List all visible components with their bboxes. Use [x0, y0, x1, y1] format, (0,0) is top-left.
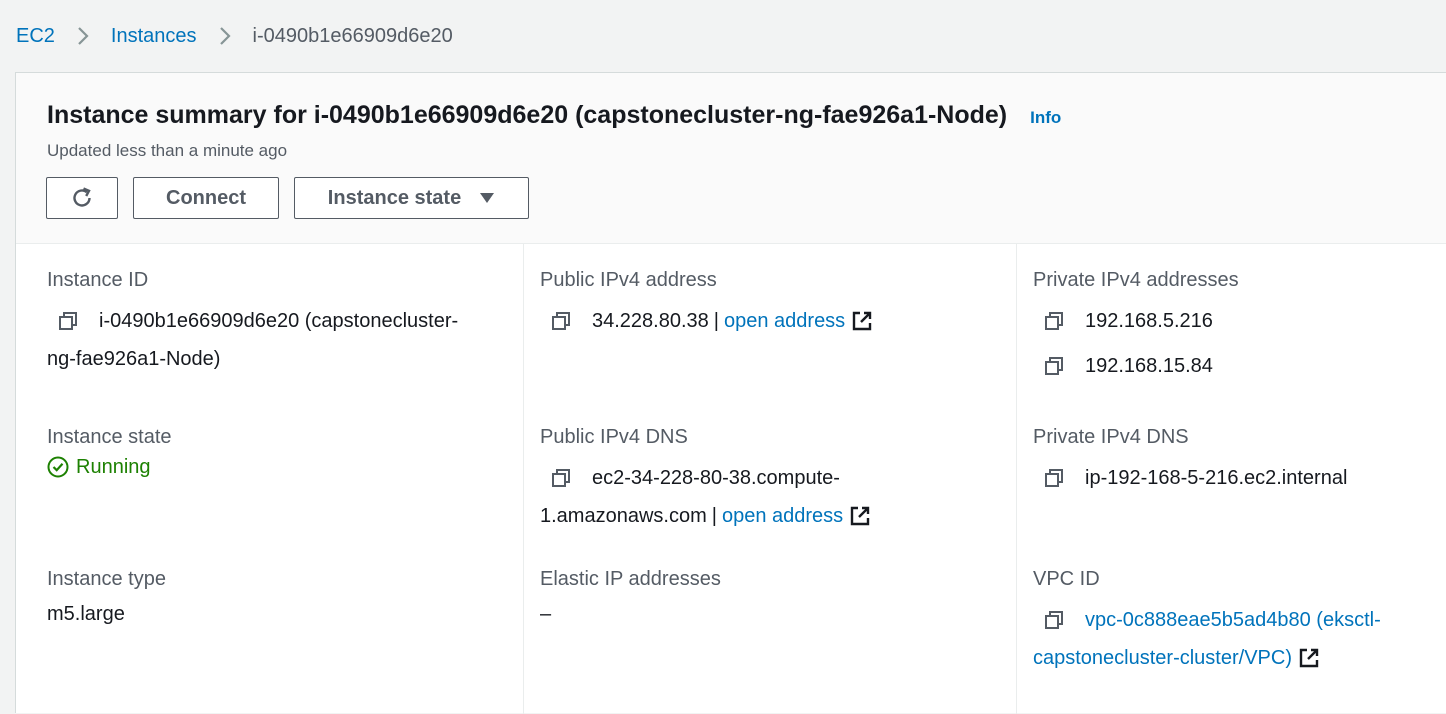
instance-state-label: Instance state	[47, 426, 172, 448]
column-divider	[1016, 244, 1017, 714]
public-ipv4-label: Public IPv4 address	[540, 269, 717, 291]
instance-state-dropdown[interactable]: Instance state	[294, 177, 529, 219]
public-dns-value: ec2-34-228-80-38.compute-	[592, 466, 840, 489]
copy-icon[interactable]	[1043, 355, 1065, 377]
instance-id-value: i-0490b1e66909d6e20 (capstonecluster-	[99, 309, 459, 332]
refresh-icon	[69, 185, 95, 211]
external-link-icon[interactable]	[849, 505, 871, 527]
info-link[interactable]: Info	[1030, 108, 1061, 128]
connect-button-label: Connect	[166, 186, 246, 209]
panel-header: Instance summary for i-0490b1e66909d6e20…	[16, 73, 1446, 244]
instance-type-value: m5.large	[47, 603, 125, 625]
instance-id-value-cont: ng-fae926a1-Node)	[47, 347, 221, 370]
public-dns-value-cont: 1.amazonaws.com	[540, 504, 707, 527]
vpc-id-label: VPC ID	[1033, 568, 1100, 590]
instance-type-label: Instance type	[47, 568, 166, 590]
private-ipv4-value: 192.168.5.216	[1085, 309, 1213, 332]
private-ipv4-label: Private IPv4 addresses	[1033, 269, 1239, 291]
external-link-icon[interactable]	[1298, 647, 1320, 669]
breadcrumb-current: i-0490b1e66909d6e20	[252, 24, 453, 47]
elastic-ip-value: –	[540, 603, 552, 625]
chevron-right-icon	[55, 25, 111, 47]
page-title: Instance summary for i-0490b1e66909d6e20…	[47, 101, 1008, 129]
separator: |	[711, 504, 717, 527]
instance-summary-panel: Instance summary for i-0490b1e66909d6e20…	[15, 72, 1446, 714]
open-address-link[interactable]: open address	[724, 310, 845, 333]
instance-state-button-label: Instance state	[327, 186, 462, 209]
chevron-right-icon	[197, 25, 253, 47]
elastic-ip-field: Elastic IP addresses –	[540, 568, 721, 626]
connect-button[interactable]: Connect	[133, 177, 279, 219]
status-badge: Running	[47, 449, 172, 485]
breadcrumb-instances[interactable]: Instances	[111, 25, 197, 48]
copy-icon[interactable]	[57, 310, 79, 332]
private-dns-field: Private IPv4 DNS ip-192-168-5-216.ec2.in…	[1033, 426, 1347, 497]
breadcrumb-ec2[interactable]: EC2	[16, 25, 55, 48]
open-address-link[interactable]: open address	[722, 505, 843, 528]
instance-type-field: Instance type m5.large	[47, 568, 166, 626]
title-row: Instance summary for i-0490b1e66909d6e20…	[47, 101, 1061, 130]
external-link-icon[interactable]	[851, 310, 873, 332]
copy-icon[interactable]	[1043, 467, 1065, 489]
copy-icon[interactable]	[1043, 609, 1065, 631]
public-dns-field: Public IPv4 DNS ec2-34-228-80-38.compute…	[540, 426, 871, 535]
copy-icon[interactable]	[550, 310, 572, 332]
public-ipv4-field: Public IPv4 address 34.228.80.38 | open …	[540, 269, 873, 340]
vpc-id-link[interactable]: vpc-0c888eae5b5ad4b80 (eksctl-	[1085, 609, 1381, 632]
status-success-icon	[47, 456, 76, 478]
vpc-id-link-cont[interactable]: capstonecluster-cluster/VPC)	[1033, 647, 1292, 670]
private-dns-label: Private IPv4 DNS	[1033, 426, 1189, 448]
public-ipv4-value: 34.228.80.38	[592, 309, 709, 332]
public-dns-label: Public IPv4 DNS	[540, 426, 688, 448]
updated-text: Updated less than a minute ago	[47, 141, 288, 160]
private-ipv4-field: Private IPv4 addresses 192.168.5.216 192…	[1033, 269, 1239, 385]
private-ipv4-value: 192.168.15.84	[1085, 354, 1213, 377]
copy-icon[interactable]	[550, 467, 572, 489]
breadcrumb: EC2 Instances i-0490b1e66909d6e20	[16, 22, 453, 50]
instance-state-value: Running	[76, 455, 151, 478]
vpc-id-field: VPC ID vpc-0c888eae5b5ad4b80 (eksctl- ca…	[1033, 568, 1381, 677]
elastic-ip-label: Elastic IP addresses	[540, 568, 721, 590]
private-dns-value: ip-192-168-5-216.ec2.internal	[1085, 466, 1348, 489]
caret-down-icon	[479, 192, 495, 204]
instance-id-field: Instance ID i-0490b1e66909d6e20 (capston…	[47, 269, 458, 378]
instance-id-label: Instance ID	[47, 269, 149, 291]
column-divider	[523, 244, 524, 714]
instance-state-field: Instance state Running	[47, 426, 172, 485]
separator: |	[713, 309, 719, 332]
refresh-button[interactable]	[46, 177, 118, 219]
copy-icon[interactable]	[1043, 310, 1065, 332]
